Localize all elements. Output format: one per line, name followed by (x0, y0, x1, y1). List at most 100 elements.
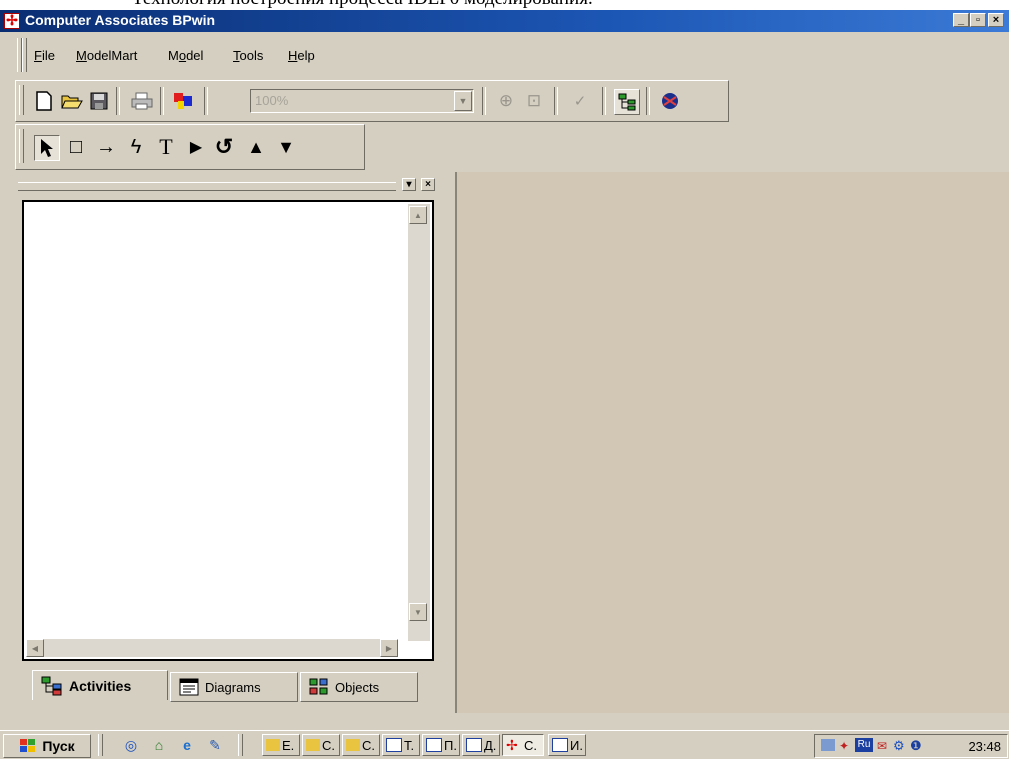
standard-toolbar: 100% ▼ ⊕ ⊡ ✓ (15, 80, 729, 122)
up-level-icon[interactable]: ▲ (244, 135, 268, 159)
chevron-down-icon[interactable]: ▼ (454, 91, 472, 111)
taskbar-grip[interactable] (98, 734, 103, 756)
window-title: Computer Associates BPwin (25, 12, 216, 28)
task-button[interactable]: П. (422, 734, 460, 756)
task-button[interactable]: C. (302, 734, 340, 756)
down-level-icon[interactable]: ▼ (274, 135, 298, 159)
outlook-express-icon[interactable]: ◎ (122, 737, 140, 753)
objects-icon (309, 678, 328, 695)
tab-objects-label: Objects (335, 679, 380, 695)
open-icon[interactable] (60, 89, 84, 113)
text-icon[interactable]: T (154, 134, 178, 159)
menu-modelmart[interactable]: ModelMart (76, 48, 137, 63)
new-icon[interactable] (32, 89, 56, 113)
task-button[interactable]: Т. (382, 734, 420, 756)
language-indicator[interactable]: Ru (855, 738, 873, 752)
word-document-icon (386, 738, 402, 752)
system-tray: ✦ Ru ✉ ⚙ ❶ 23:48 (814, 734, 1008, 758)
menu-tools[interactable]: Tools (233, 48, 263, 63)
save-icon[interactable] (87, 89, 111, 113)
taskbar-grip-2[interactable] (238, 734, 243, 756)
modelmart-icon[interactable] (658, 89, 682, 113)
activity-tree[interactable] (26, 204, 398, 641)
tab-activities[interactable]: Activities (32, 670, 168, 700)
task-button[interactable]: И. (548, 734, 586, 756)
menu-bar: File ModelMart Model Tools Help (0, 34, 1009, 76)
bpwin-app-icon[interactable]: ✢ (4, 13, 20, 29)
folder-icon (346, 739, 360, 751)
internet-explorer-icon[interactable]: e (178, 737, 196, 753)
box-icon[interactable]: □ (64, 135, 88, 159)
explorer-grip[interactable] (18, 182, 396, 191)
task-button[interactable]: Д. (462, 734, 500, 756)
minimize-button[interactable]: _ (953, 13, 969, 27)
tab-diagrams[interactable]: Diagrams (170, 672, 298, 702)
tab-diagrams-label: Diagrams (205, 679, 261, 695)
zoom-fit-icon[interactable]: ⊡ (522, 89, 546, 113)
windows-logo-icon (20, 739, 36, 752)
undo-level-icon[interactable]: ↺ (212, 134, 236, 159)
explorer-close-button[interactable]: × (421, 178, 435, 191)
tab-objects[interactable]: Objects (300, 672, 418, 702)
start-label: Пуск (42, 738, 75, 754)
task-button-active[interactable]: ✢ C. (502, 734, 544, 756)
task-button[interactable]: C. (342, 734, 380, 756)
print-icon[interactable] (130, 89, 154, 113)
diagram-workspace[interactable] (455, 172, 1009, 713)
taskbar: Пуск ◎ ⌂ e ✎ E. C. C. Т. П. Д. ✢ C. И. ✦ … (0, 730, 1009, 759)
scheduler-icon[interactable]: ⚙ (893, 738, 905, 754)
toolbar-separator (116, 87, 120, 115)
word-document-icon (426, 738, 442, 752)
antivirus-icon[interactable]: ✦ (839, 739, 849, 753)
scroll-up-icon[interactable]: ▲ (409, 206, 427, 224)
toolbar-separator (204, 87, 208, 115)
horizontal-scrollbar[interactable]: ◀ ▶ (26, 639, 398, 657)
menubar-grip-2 (22, 38, 27, 72)
scroll-right-icon[interactable]: ▶ (380, 639, 398, 657)
model-explorer-icon[interactable] (614, 89, 640, 115)
squiggle-icon[interactable]: ϟ (124, 135, 148, 159)
toolbar-separator (646, 87, 650, 115)
pointer-icon[interactable] (34, 135, 60, 161)
menu-file[interactable]: File (34, 48, 55, 63)
scroll-left-icon[interactable]: ◀ (26, 639, 44, 657)
channels-icon[interactable]: ✎ (206, 737, 224, 753)
bpwin-app-icon: ✢ (506, 737, 518, 753)
zoom-value: 100% (255, 93, 289, 108)
toolbar-separator (482, 87, 486, 115)
arrow-icon[interactable]: → (94, 135, 118, 159)
start-button[interactable]: Пуск (3, 734, 91, 758)
model-explorer-panel: ▾ × ▲ ▼ ◀ ▶ Activities Diagrams Objects (10, 176, 451, 713)
maximize-button[interactable]: ▫ (970, 13, 986, 27)
folder-icon (306, 739, 320, 751)
mail-icon[interactable]: ✉ (877, 739, 887, 753)
clock[interactable]: 23:48 (968, 739, 1001, 754)
document-caption: Технология построения процесса IDEF0 мод… (0, 0, 1009, 10)
word-document-icon (552, 738, 568, 752)
zoom-in-icon[interactable]: ⊕ (494, 89, 518, 113)
title-bar[interactable]: ✢ Computer Associates BPwin _ ▫ × (0, 10, 1009, 32)
toolbar-grip[interactable] (19, 129, 24, 163)
close-button[interactable]: × (988, 13, 1004, 27)
toolbar-grip[interactable] (19, 85, 24, 115)
explorer-dock-button[interactable]: ▾ (402, 178, 416, 191)
scroll-down-icon[interactable]: ▼ (409, 603, 427, 621)
desktop-icon[interactable]: ⌂ (150, 737, 168, 753)
tab-activities-label: Activities (69, 677, 132, 694)
menu-model[interactable]: Model (168, 48, 203, 63)
folder-icon (266, 739, 280, 751)
word-document-icon (466, 738, 482, 752)
toolbar-separator (554, 87, 558, 115)
diagram-nav-icon[interactable]: ▶ (184, 135, 208, 159)
diagrams-icon (179, 678, 199, 696)
menu-help[interactable]: Help (288, 48, 315, 63)
activities-icon (41, 676, 62, 695)
vertical-scrollbar[interactable]: ▲ ▼ (408, 204, 430, 641)
info-icon[interactable]: ❶ (910, 738, 922, 754)
color-icon[interactable] (172, 89, 196, 113)
activity-tree-frame: ▲ ▼ ◀ ▶ (22, 200, 434, 661)
spell-icon[interactable]: ✓ (568, 89, 592, 113)
task-button[interactable]: E. (262, 734, 300, 756)
zoom-combobox[interactable]: 100% ▼ (250, 89, 474, 113)
network-icon[interactable] (821, 739, 835, 751)
